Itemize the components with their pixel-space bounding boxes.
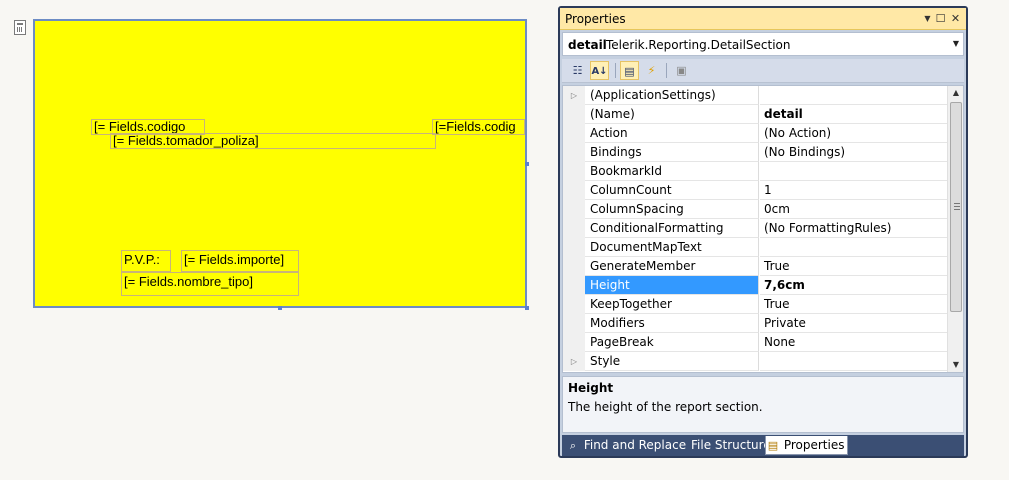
textbox-importe[interactable]: [= Fields.importe] xyxy=(181,250,299,272)
description-title: Height xyxy=(568,381,614,395)
resize-grip-corner[interactable] xyxy=(525,306,529,310)
tab-label: Find and Replace xyxy=(583,438,687,452)
object-type: Telerik.Reporting.DetailSection xyxy=(606,38,791,52)
property-row[interactable]: Modifiers Private xyxy=(563,314,947,333)
property-name: Style xyxy=(585,352,759,371)
property-value[interactable]: detail xyxy=(760,105,947,124)
property-row[interactable]: ColumnCount 1 xyxy=(563,181,947,200)
scroll-down-icon[interactable]: ▼ xyxy=(948,358,963,372)
object-selector-dropdown[interactable]: detail Telerik.Reporting.DetailSection ▼ xyxy=(562,32,964,56)
property-name: Height xyxy=(585,276,759,295)
property-row[interactable]: GenerateMember True xyxy=(563,257,947,276)
property-value[interactable]: 1 xyxy=(760,181,947,200)
expand-arrow-icon[interactable]: ▷ xyxy=(563,352,585,371)
object-name: detail xyxy=(568,38,607,52)
property-row[interactable]: Action (No Action) xyxy=(563,124,947,143)
scroll-up-icon[interactable]: ▲ xyxy=(948,86,963,100)
property-value[interactable] xyxy=(760,86,947,105)
property-row-selected[interactable]: Height 7,6cm xyxy=(563,276,947,295)
property-value[interactable]: (No FormattingRules) xyxy=(760,219,947,238)
properties-title-bar[interactable]: Properties ▼ ☐ ✕ xyxy=(560,8,966,30)
property-value[interactable]: (No Action) xyxy=(760,124,947,143)
property-row[interactable]: ConditionalFormatting (No FormattingRule… xyxy=(563,219,947,238)
tool-window-tabs: ⌕ Find and Replace File Structure ▤ Prop… xyxy=(562,435,964,456)
property-row[interactable]: ColumnSpacing 0cm xyxy=(563,200,947,219)
resize-grip-right[interactable] xyxy=(525,162,529,166)
property-description-pane: Height The height of the report section. xyxy=(562,376,964,433)
report-designer-surface: [= Fields.codigo [=Fields.codig [= Field… xyxy=(0,0,556,480)
property-row[interactable]: Bindings (No Bindings) xyxy=(563,143,947,162)
categorized-icon[interactable]: ☷ xyxy=(568,61,587,80)
textbox-tomador-poliza[interactable]: [= Fields.tomador_poliza] xyxy=(110,133,436,149)
toolbar-separator xyxy=(666,63,667,78)
property-pages-icon[interactable]: ▣ xyxy=(672,61,691,80)
property-name: ColumnSpacing xyxy=(585,200,759,219)
binoculars-icon: ⌕ xyxy=(569,439,577,452)
property-name: KeepTogether xyxy=(585,295,759,314)
property-value[interactable] xyxy=(760,352,947,371)
properties-icon: ▤ xyxy=(767,439,779,452)
properties-toolbar: ☷ A↓ ▤ ⚡ ▣ xyxy=(562,59,964,83)
description-text: The height of the report section. xyxy=(568,400,763,414)
property-grid: ▷ (ApplicationSettings) (Name) detail Ac… xyxy=(562,85,964,373)
close-icon[interactable]: ✕ xyxy=(949,12,962,25)
window-position-dropdown-icon[interactable]: ▼ xyxy=(921,12,934,25)
property-row[interactable]: DocumentMapText xyxy=(563,238,947,257)
property-name: BookmarkId xyxy=(585,162,759,181)
property-name: DocumentMapText xyxy=(585,238,759,257)
property-name: Modifiers xyxy=(585,314,759,333)
tab-file-structure[interactable]: File Structure xyxy=(691,436,771,455)
scrollbar-thumb[interactable] xyxy=(950,102,962,312)
property-row[interactable]: KeepTogether True xyxy=(563,295,947,314)
property-value[interactable] xyxy=(760,238,947,257)
property-row[interactable]: (Name) detail xyxy=(563,105,947,124)
property-name: ColumnCount xyxy=(585,181,759,200)
property-name: GenerateMember xyxy=(585,257,759,276)
report-section-icon[interactable] xyxy=(14,20,26,35)
textbox-nombre-tipo[interactable]: [= Fields.nombre_tipo] xyxy=(121,272,299,296)
property-row[interactable]: PageBreak None xyxy=(563,333,947,352)
tab-label: File Structure xyxy=(691,438,771,452)
property-value[interactable]: True xyxy=(760,257,947,276)
property-value[interactable]: Private xyxy=(760,314,947,333)
expand-arrow-icon[interactable]: ▷ xyxy=(563,86,585,105)
maximize-icon[interactable]: ☐ xyxy=(934,12,947,25)
resize-grip-bottom[interactable] xyxy=(278,306,282,310)
tab-properties[interactable]: ▤ Properties xyxy=(765,436,848,455)
property-value[interactable]: True xyxy=(760,295,947,314)
tab-find-and-replace[interactable]: ⌕ Find and Replace xyxy=(566,436,686,455)
property-name: PageBreak xyxy=(585,333,759,352)
detail-section[interactable]: [= Fields.codigo [=Fields.codig [= Field… xyxy=(33,19,529,310)
properties-view-icon[interactable]: ▤ xyxy=(620,61,639,80)
property-grid-scrollbar[interactable]: ▲ ▼ xyxy=(947,86,963,372)
chevron-down-icon[interactable]: ▼ xyxy=(953,39,959,48)
property-value[interactable]: 7,6cm xyxy=(760,276,947,295)
textbox-codigo-right[interactable]: [=Fields.codig xyxy=(432,119,525,135)
events-lightning-icon[interactable]: ⚡ xyxy=(642,61,661,80)
textbox-pvp-label[interactable]: P.V.P.: xyxy=(121,250,171,272)
properties-title: Properties xyxy=(565,12,626,26)
property-name: (Name) xyxy=(585,105,759,124)
alphabetical-sort-icon[interactable]: A↓ xyxy=(590,61,609,80)
property-value[interactable]: None xyxy=(760,333,947,352)
tab-label: Properties xyxy=(783,438,845,452)
property-row[interactable]: ▷ (ApplicationSettings) xyxy=(563,86,947,105)
property-name: (ApplicationSettings) xyxy=(585,86,759,105)
toolbar-separator xyxy=(615,63,616,78)
property-value[interactable]: (No Bindings) xyxy=(760,143,947,162)
properties-window: Properties ▼ ☐ ✕ detail Telerik.Reportin… xyxy=(558,6,968,458)
property-name: Action xyxy=(585,124,759,143)
property-value[interactable] xyxy=(760,162,947,181)
property-row[interactable]: BookmarkId xyxy=(563,162,947,181)
property-name: Bindings xyxy=(585,143,759,162)
property-row[interactable]: ▷ Style xyxy=(563,352,947,371)
property-value[interactable]: 0cm xyxy=(760,200,947,219)
property-name: ConditionalFormatting xyxy=(585,219,759,238)
